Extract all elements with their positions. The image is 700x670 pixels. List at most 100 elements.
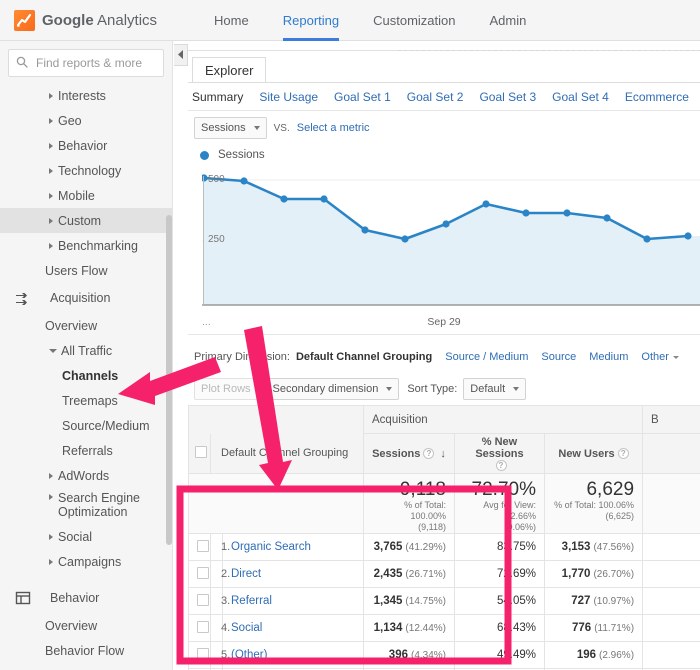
help-icon[interactable]: ? xyxy=(423,448,435,460)
column-header-new-users[interactable]: New Users? xyxy=(543,433,644,474)
primary-dimension-row: Primary Dimension: Default Channel Group… xyxy=(188,344,700,370)
select-a-metric-link[interactable]: Select a metric xyxy=(297,122,370,134)
sidebar-item-interests[interactable]: Interests xyxy=(0,83,172,108)
brand[interactable]: Google Analytics xyxy=(14,9,157,31)
search-box[interactable] xyxy=(8,49,164,77)
sidebar-item-technology[interactable]: Technology xyxy=(0,158,172,183)
row-truncated-cell xyxy=(642,587,700,615)
subtab-goal-set-3[interactable]: Goal Set 3 xyxy=(479,90,536,104)
primary-dimension-medium[interactable]: Medium xyxy=(589,351,628,363)
table-row[interactable]: 5. (Other) 396 (4.34%) 49.49% 196 (2.96%) xyxy=(188,641,700,669)
row-sessions-pct: (4.34%) xyxy=(410,650,446,661)
secondary-dimension-dropdown[interactable]: Secondary dimension xyxy=(265,378,400,400)
tab-explorer[interactable]: Explorer xyxy=(192,57,267,83)
sidebar-item-acquisition-overview[interactable]: Overview xyxy=(0,313,172,338)
sidebar-item-treemaps[interactable]: Treemaps xyxy=(0,388,172,413)
row-checkbox-cell[interactable] xyxy=(188,587,211,615)
plot-rows-button[interactable]: Plot Rows xyxy=(194,378,258,400)
sidebar-item-behavior-flow[interactable]: Behavior Flow xyxy=(0,638,172,663)
chevron-right-icon xyxy=(49,117,53,124)
row-channel-link[interactable]: Referral xyxy=(231,595,272,607)
column-header-new-sessions-pct[interactable]: % New Sessions? xyxy=(454,433,545,474)
row-channel-name[interactable]: Organic Search xyxy=(222,533,364,561)
group-header-behavior-truncated: B xyxy=(642,405,700,434)
primary-dimension-source[interactable]: Source xyxy=(541,351,576,363)
subtab-goal-set-2[interactable]: Goal Set 2 xyxy=(407,90,464,104)
subtab-goal-set-4[interactable]: Goal Set 4 xyxy=(552,90,609,104)
topnav-item-admin[interactable]: Admin xyxy=(472,0,543,41)
subtab-goal-set-1[interactable]: Goal Set 1 xyxy=(334,90,391,104)
metric-selector-dropdown[interactable]: Sessions xyxy=(194,117,267,139)
subtab-ecommerce[interactable]: Ecommerce xyxy=(625,90,689,104)
primary-dimension-other-label: Other xyxy=(641,351,669,363)
row-checkbox[interactable] xyxy=(197,620,209,633)
table-row[interactable]: 3. Referral 1,345 (14.75%) 54.05% 727 (10.… xyxy=(188,587,700,615)
topnav-item-reporting[interactable]: Reporting xyxy=(266,0,356,41)
sidebar-item-adwords[interactable]: AdWords xyxy=(0,463,172,488)
sidebar-item-channels[interactable]: Channels xyxy=(0,363,172,388)
help-icon[interactable]: ? xyxy=(495,460,507,472)
select-all-checkbox-cell[interactable] xyxy=(188,433,211,474)
row-checkbox[interactable] xyxy=(197,647,209,660)
row-channel-name[interactable]: Direct xyxy=(222,560,364,588)
row-checkbox-cell[interactable] xyxy=(188,614,211,642)
search-icon xyxy=(16,56,28,71)
sidebar-item-referrals[interactable]: Referrals xyxy=(0,438,172,463)
top-navigation: Home Reporting Customization Admin xyxy=(197,0,543,41)
select-all-checkbox[interactable] xyxy=(195,445,207,458)
row-checkbox-cell[interactable] xyxy=(188,533,211,561)
row-checkbox-cell[interactable] xyxy=(188,560,211,588)
row-checkbox[interactable] xyxy=(197,566,209,579)
primary-dimension-source-medium[interactable]: Source / Medium xyxy=(445,351,528,363)
sidebar-section-behavior[interactable]: Behavior xyxy=(0,583,172,613)
sort-type-dropdown[interactable]: Default xyxy=(463,378,527,400)
row-channel-link[interactable]: (Other) xyxy=(231,649,267,661)
sidebar-item-behavior-overview[interactable]: Overview xyxy=(0,613,172,638)
row-channel-name[interactable]: Referral xyxy=(222,587,364,615)
sidebar-item-benchmarking[interactable]: Benchmarking xyxy=(0,233,172,258)
sidebar-scrollbar[interactable] xyxy=(166,215,172,545)
row-sessions-value: 1,134 xyxy=(373,622,403,634)
row-sessions-pct: (26.71%) xyxy=(405,569,446,580)
subtab-site-usage[interactable]: Site Usage xyxy=(259,90,318,104)
sidebar-item-mobile[interactable]: Mobile xyxy=(0,183,172,208)
row-channel-name[interactable]: (Other) xyxy=(222,641,364,669)
sidebar-item-social[interactable]: Social xyxy=(0,524,172,549)
row-checkbox[interactable] xyxy=(197,539,209,552)
table-row[interactable]: 1. Organic Search 3,765 (41.29%) 83.75% 3… xyxy=(188,533,700,561)
row-channel-link[interactable]: Organic Search xyxy=(231,541,311,553)
row-sessions: 3,765 (41.29%) xyxy=(363,533,455,561)
row-channel-link[interactable]: Direct xyxy=(231,568,261,580)
sidebar-item-all-traffic[interactable]: All Traffic xyxy=(0,338,172,363)
sidebar-item-users-flow[interactable]: Users Flow xyxy=(0,258,172,283)
sidebar-collapse-toggle[interactable] xyxy=(174,44,188,66)
sidebar-section-acquisition[interactable]: Acquisition xyxy=(0,283,172,313)
search-input[interactable] xyxy=(34,55,156,71)
table-row[interactable]: 4. Social 1,134 (12.44%) 68.43% 776 (11.71… xyxy=(188,614,700,642)
row-channel-link[interactable]: Social xyxy=(231,622,262,634)
column-header-sessions[interactable]: Sessions? ↓ xyxy=(363,433,455,474)
y-tick-label-500: 500 xyxy=(208,174,225,185)
subtab-summary[interactable]: Summary xyxy=(192,90,243,104)
sidebar-item-source-medium[interactable]: Source/Medium xyxy=(0,413,172,438)
help-icon[interactable]: ? xyxy=(617,448,629,460)
sidebar-item-search-engine-optimization[interactable]: Search Engine Optimization xyxy=(0,488,172,524)
sidebar-item-label: Behavior xyxy=(58,138,108,153)
row-channel-name[interactable]: Social xyxy=(222,614,364,642)
sidebar-item-label: Mobile xyxy=(58,188,95,203)
table-row[interactable]: 2. Direct 2,435 (26.71%) 72.69% 1,770 (26.… xyxy=(188,560,700,588)
row-checkbox-cell[interactable] xyxy=(188,641,211,669)
sidebar-item-campaigns[interactable]: Campaigns xyxy=(0,549,172,574)
topnav-item-customization[interactable]: Customization xyxy=(356,0,472,41)
topnav-item-home[interactable]: Home xyxy=(197,0,266,41)
row-checkbox[interactable] xyxy=(197,593,209,606)
chart-plot-area[interactable]: 500 250 xyxy=(202,172,700,309)
primary-dimension-other-dropdown[interactable]: Other xyxy=(641,351,679,363)
sidebar-item-geo[interactable]: Geo xyxy=(0,108,172,133)
row-sessions-pct: (41.29%) xyxy=(405,542,446,553)
sidebar-item-label: Technology xyxy=(58,163,122,178)
sidebar-item-behavior-audience[interactable]: Behavior xyxy=(0,133,172,158)
row-sessions: 396 (4.34%) xyxy=(363,641,455,669)
sidebar-item-custom[interactable]: Custom xyxy=(0,208,172,233)
sessions-chart: Sessions 500 250 ... Sep 29 xyxy=(188,144,700,342)
